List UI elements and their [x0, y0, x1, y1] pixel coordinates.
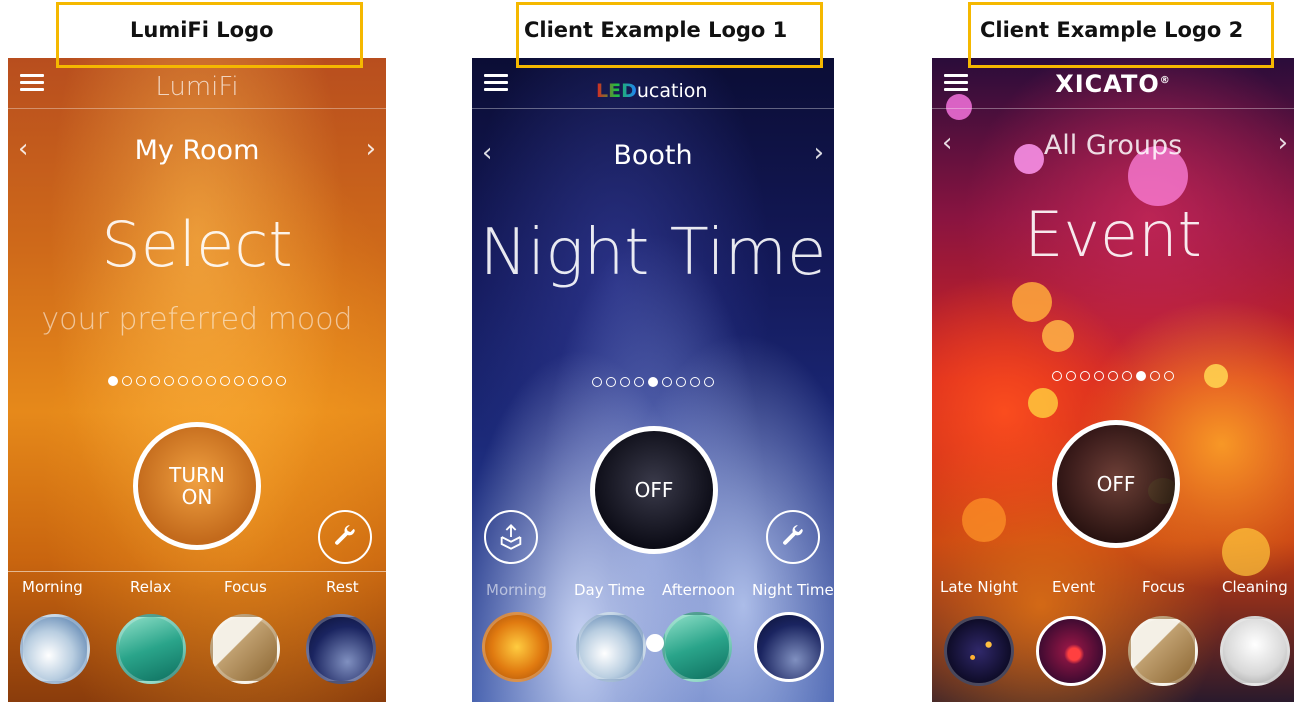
scene-divider — [8, 571, 386, 572]
page-dot — [136, 376, 146, 386]
header-divider — [472, 108, 834, 109]
scene-label-morning[interactable]: Morning — [486, 581, 547, 599]
scene-thumb-day-time[interactable] — [576, 612, 646, 682]
power-button[interactable]: TURN ON — [133, 422, 261, 550]
page-dot — [690, 377, 700, 387]
bokeh-light — [1028, 388, 1058, 418]
page-dot — [192, 376, 202, 386]
scene-thumb-rest[interactable] — [306, 614, 376, 684]
header-divider — [932, 108, 1294, 109]
power-button[interactable]: OFF — [1052, 420, 1180, 548]
room-title: Booth — [613, 140, 693, 171]
scene-label-afternoon[interactable]: Afternoon — [662, 581, 735, 599]
page-dot — [634, 377, 644, 387]
logo-led-colored: LED — [596, 80, 637, 102]
mood-headline: Night Time — [479, 216, 827, 290]
power-label: OFF — [634, 478, 674, 502]
page-dot — [620, 377, 630, 387]
page-dot — [1108, 371, 1118, 381]
mood-subline: your preferred mood — [41, 302, 353, 337]
page-dot — [206, 376, 216, 386]
power-label: OFF — [1096, 472, 1136, 496]
page-indicator — [8, 371, 386, 390]
caption-lumifi-logo: LumiFi Logo — [130, 18, 274, 42]
scene-label-night-time[interactable]: Night Time — [752, 581, 834, 599]
caption-client-logo-1: Client Example Logo 1 — [524, 18, 788, 42]
page-dot — [606, 377, 616, 387]
header-divider — [8, 108, 386, 109]
scene-thumb-night-time[interactable] — [754, 612, 824, 682]
mood-headline: Select — [101, 208, 293, 281]
leducation-phone-screen: LEDucation ‹ › Booth Night Time OFF Morn… — [472, 58, 834, 702]
scene-thumb-focus[interactable] — [1128, 616, 1198, 686]
page-dot — [1080, 371, 1090, 381]
page-dot — [1122, 371, 1132, 381]
scene-label-late-night[interactable]: Late Night — [940, 578, 1018, 596]
page-dot — [262, 376, 272, 386]
scene-thumb-event[interactable] — [1036, 616, 1106, 686]
page-dot — [276, 376, 286, 386]
carousel-position-dot — [646, 634, 664, 652]
wrench-icon[interactable] — [766, 510, 820, 564]
power-button[interactable]: OFF — [590, 426, 718, 554]
page-dot — [1164, 371, 1174, 381]
caption-client-logo-2: Client Example Logo 2 — [980, 18, 1244, 42]
page-dot — [122, 376, 132, 386]
mood-headline: Event — [1024, 198, 1202, 271]
page-dot — [164, 376, 174, 386]
page-dot — [1094, 371, 1104, 381]
scene-label-morning[interactable]: Morning — [22, 578, 83, 596]
page-dot — [1066, 371, 1076, 381]
lumifi-logo: LumiFi — [155, 72, 239, 102]
power-label-line1: TURN — [169, 463, 225, 487]
logo-ucation: ucation — [636, 80, 708, 102]
page-dot — [662, 377, 672, 387]
page-indicator — [932, 366, 1294, 385]
scene-thumb-late-night[interactable] — [944, 616, 1014, 686]
scene-thumb-relax[interactable] — [116, 614, 186, 684]
page-indicator — [472, 372, 834, 391]
scene-label-rest[interactable]: Rest — [326, 578, 359, 596]
scene-thumb-morning[interactable] — [482, 612, 552, 682]
scene-thumb-cleaning[interactable] — [1220, 616, 1290, 686]
scene-thumb-focus[interactable] — [210, 614, 280, 684]
page-dot — [676, 377, 686, 387]
scene-label-cleaning[interactable]: Cleaning — [1222, 578, 1288, 596]
xicato-phone-screen: XICATO® ‹ › All Groups Event OFF Late Ni… — [932, 58, 1294, 702]
page-dot — [592, 377, 602, 387]
share-box-icon[interactable] — [484, 510, 538, 564]
room-title: All Groups — [1043, 130, 1183, 161]
leducation-logo: LEDucation — [596, 80, 707, 102]
scene-label-focus[interactable]: Focus — [224, 578, 267, 596]
page-dot — [234, 376, 244, 386]
bokeh-light — [1042, 320, 1074, 352]
page-dot — [220, 376, 230, 386]
page-dot — [178, 376, 188, 386]
page-dot — [150, 376, 160, 386]
power-label-line2: ON — [181, 485, 213, 509]
registered-mark: ® — [1159, 75, 1171, 86]
page-dot — [108, 376, 118, 386]
bokeh-light — [1222, 528, 1270, 576]
page-dot — [248, 376, 258, 386]
bokeh-light — [1012, 282, 1052, 322]
page-dot — [1150, 371, 1160, 381]
page-dot — [704, 377, 714, 387]
bokeh-light — [962, 498, 1006, 542]
page-dot — [1052, 371, 1062, 381]
page-dot — [648, 377, 658, 387]
room-title: My Room — [134, 135, 260, 166]
page-dot — [1136, 371, 1146, 381]
xicato-wordmark: XICATO — [1055, 70, 1160, 98]
xicato-logo: XICATO® — [932, 70, 1294, 98]
menu-icon[interactable] — [484, 74, 508, 92]
scene-label-relax[interactable]: Relax — [130, 578, 171, 596]
scene-label-event[interactable]: Event — [1052, 578, 1095, 596]
scene-label-day-time[interactable]: Day Time — [574, 581, 645, 599]
scene-thumb-afternoon[interactable] — [662, 612, 732, 682]
wrench-icon[interactable] — [318, 510, 372, 564]
scene-label-focus[interactable]: Focus — [1142, 578, 1185, 596]
lumifi-phone-screen: LumiFi ‹ › My Room Select your preferred… — [8, 58, 386, 702]
scene-thumb-morning[interactable] — [20, 614, 90, 684]
